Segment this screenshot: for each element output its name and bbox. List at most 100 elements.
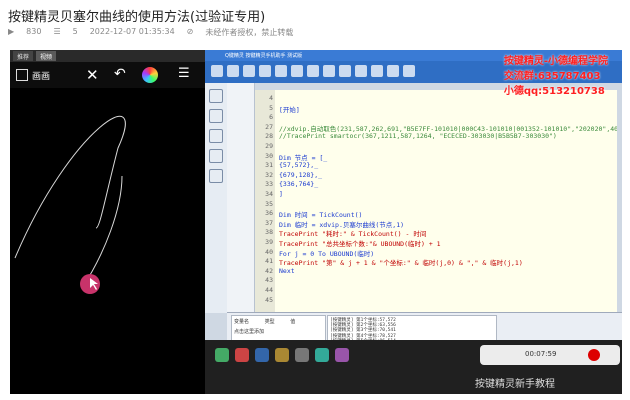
line-number: 6 bbox=[269, 113, 273, 122]
debug-icon[interactable] bbox=[339, 65, 351, 77]
line-number: 45 bbox=[265, 295, 273, 304]
code-line[interactable]: ] bbox=[279, 190, 283, 198]
phone-screen: 推荐 视频 画画 ✕ ↶ ☰ bbox=[10, 50, 205, 394]
promo-line-2: 交流群:635787403 bbox=[503, 71, 601, 82]
recording-time: 00:07:59 bbox=[525, 350, 557, 358]
code-line[interactable]: TracePrint "耗时:" & TickCount() - 时间 bbox=[279, 228, 426, 238]
var-header-type: 类型 bbox=[264, 319, 275, 325]
code-line[interactable]: For j = 0 To UBOUND(临时) bbox=[279, 248, 374, 258]
help-icon[interactable] bbox=[403, 65, 415, 77]
ide-command-pane bbox=[227, 83, 255, 313]
settings-icon[interactable] bbox=[387, 65, 399, 77]
post-title: 按键精灵贝塞尔曲线的使用方法(过验证专用) bbox=[8, 10, 266, 25]
screen-recorder-bar: 00:07:59 bbox=[480, 345, 620, 365]
screenshot-icon[interactable] bbox=[355, 65, 367, 77]
app-icon-e[interactable] bbox=[295, 348, 309, 362]
no-repost-icon: ⊘ bbox=[186, 27, 194, 36]
color-pick-icon[interactable] bbox=[371, 65, 383, 77]
code-line[interactable]: Dim 临时 = xdvip.贝塞尔曲线(节点,1) bbox=[279, 219, 404, 229]
close-icon[interactable]: ✕ bbox=[86, 66, 99, 84]
var-header-value: 值 bbox=[290, 319, 296, 325]
line-number: 42 bbox=[265, 266, 273, 275]
line-number: 44 bbox=[265, 286, 273, 294]
app-icon-c[interactable] bbox=[255, 348, 269, 362]
post-datetime: 2022-12-07 01:35:34 bbox=[89, 27, 175, 36]
code-line[interactable]: {57,572},_ bbox=[279, 161, 318, 169]
record-stop-button[interactable] bbox=[588, 349, 600, 361]
line-number: 5 bbox=[269, 103, 273, 112]
phone-app-header: 画画 ✕ ↶ ☰ bbox=[10, 62, 205, 88]
phone-tab-0[interactable]: 推荐 bbox=[13, 51, 34, 61]
ide-title: Q键精灵 按键精灵手机助手 测试版 bbox=[225, 53, 303, 59]
code-line[interactable]: Dim 时间 = TickCount() bbox=[279, 209, 362, 219]
stop-icon[interactable] bbox=[323, 65, 335, 77]
code-editor[interactable]: 4 5 [开始] 6 27 //xdvip.自动取色(231,587,262,691,"B… bbox=[255, 90, 617, 312]
cut-icon[interactable] bbox=[259, 65, 271, 77]
code-line[interactable]: {336,764}_ bbox=[279, 180, 318, 188]
paste-icon[interactable] bbox=[291, 65, 303, 77]
app-icon-f[interactable] bbox=[315, 348, 329, 362]
phone-tab-1[interactable]: 视频 bbox=[36, 51, 57, 61]
video-watermark: 按键精灵新手教程 bbox=[475, 379, 555, 390]
line-number: 32 bbox=[265, 170, 273, 179]
line-number: 27 bbox=[265, 122, 273, 131]
line-number: 37 bbox=[265, 218, 273, 227]
license-note: 未经作者授权，禁止转载 bbox=[205, 28, 294, 37]
var-header-name: 变量名 bbox=[234, 319, 250, 325]
nav-help-icon[interactable] bbox=[209, 149, 223, 163]
code-line[interactable]: TracePrint "总共坐标个数:"& UBOUND(临时) + 1 bbox=[279, 238, 441, 248]
line-number: 34 bbox=[265, 190, 273, 198]
run-icon[interactable] bbox=[307, 65, 319, 77]
code-line[interactable]: TracePrint "第" & j + 1 & "个坐标:" & 临时(j,0… bbox=[279, 257, 523, 267]
desktop-screen: Q键精灵 按键精灵手机助手 测试版 4 5 [开始] 6 27 //xdvip.… bbox=[205, 50, 622, 394]
line-number: 40 bbox=[265, 247, 273, 256]
code-line[interactable]: Dim 节点 = [_ bbox=[279, 152, 327, 162]
color-wheel-icon[interactable] bbox=[142, 67, 158, 83]
nav-ui-icon[interactable] bbox=[209, 109, 223, 123]
promo-line-1: 按键精灵-小德编程学院 bbox=[503, 56, 608, 67]
video-player[interactable]: 推荐 视频 画画 ✕ ↶ ☰ Q键精灵 按键精灵手机助手 测试版 4 5 [开始… bbox=[10, 50, 622, 394]
line-number: 35 bbox=[265, 199, 273, 208]
drawing-canvas[interactable] bbox=[10, 88, 205, 394]
app-name: 画画 bbox=[32, 72, 51, 82]
app-icon-d[interactable] bbox=[275, 348, 289, 362]
promo-line-3: 小德qq:513210738 bbox=[503, 86, 605, 97]
copy-icon[interactable] bbox=[275, 65, 287, 77]
app-icon-a[interactable] bbox=[215, 348, 229, 362]
app-icon-g[interactable] bbox=[335, 348, 349, 362]
code-line[interactable]: //TracePrint smartocr(367,1211,587,1264,… bbox=[279, 132, 557, 140]
code-line[interactable]: //xdvip.自动取色(231,587,262,691,"B5E7FF-101… bbox=[279, 123, 617, 133]
code-line[interactable]: Next bbox=[279, 267, 295, 275]
app-icon-b[interactable] bbox=[235, 348, 249, 362]
nav-plugin-icon[interactable] bbox=[209, 129, 223, 143]
line-number: 31 bbox=[265, 161, 273, 170]
nav-source-icon[interactable] bbox=[209, 89, 223, 103]
new-icon[interactable] bbox=[211, 65, 223, 77]
bezier-curve-segment bbox=[81, 175, 123, 289]
line-number: 29 bbox=[265, 142, 273, 150]
open-icon[interactable] bbox=[227, 65, 239, 77]
promo-overlay: 按键精灵-小德编程学院 交流群:635787403 小德qq:513210738 bbox=[504, 52, 608, 97]
var-add-row[interactable]: 点击这里添加 bbox=[234, 328, 323, 335]
line-number: 39 bbox=[265, 238, 273, 246]
undo-icon[interactable]: ↶ bbox=[114, 66, 126, 82]
save-icon[interactable] bbox=[243, 65, 255, 77]
line-number: 43 bbox=[265, 276, 273, 285]
line-number: 33 bbox=[265, 180, 273, 189]
app-icon bbox=[16, 69, 28, 81]
post-header: 按键精灵贝塞尔曲线的使用方法(过验证专用) ▶ 830 ☰ 5 2022-12-… bbox=[0, 0, 630, 48]
comments-count: 5 bbox=[72, 27, 78, 36]
views-count: 830 bbox=[26, 27, 42, 36]
post-meta: ▶ 830 ☰ 5 2022-12-07 01:35:34 ⊘ 未经作者授权，禁… bbox=[8, 27, 293, 38]
views-icon: ▶ bbox=[8, 27, 15, 36]
line-number: 28 bbox=[265, 132, 273, 141]
phone-tabbar: 推荐 视频 bbox=[10, 50, 205, 62]
line-number: 41 bbox=[265, 257, 273, 266]
line-number: 4 bbox=[269, 94, 273, 102]
menu-icon[interactable]: ☰ bbox=[178, 66, 190, 81]
code-line[interactable]: [开始] bbox=[279, 104, 300, 114]
comments-icon: ☰ bbox=[53, 27, 61, 36]
nav-tools-icon[interactable] bbox=[209, 169, 223, 183]
line-number: 38 bbox=[265, 228, 273, 237]
code-line[interactable]: {679,128},_ bbox=[279, 171, 322, 179]
